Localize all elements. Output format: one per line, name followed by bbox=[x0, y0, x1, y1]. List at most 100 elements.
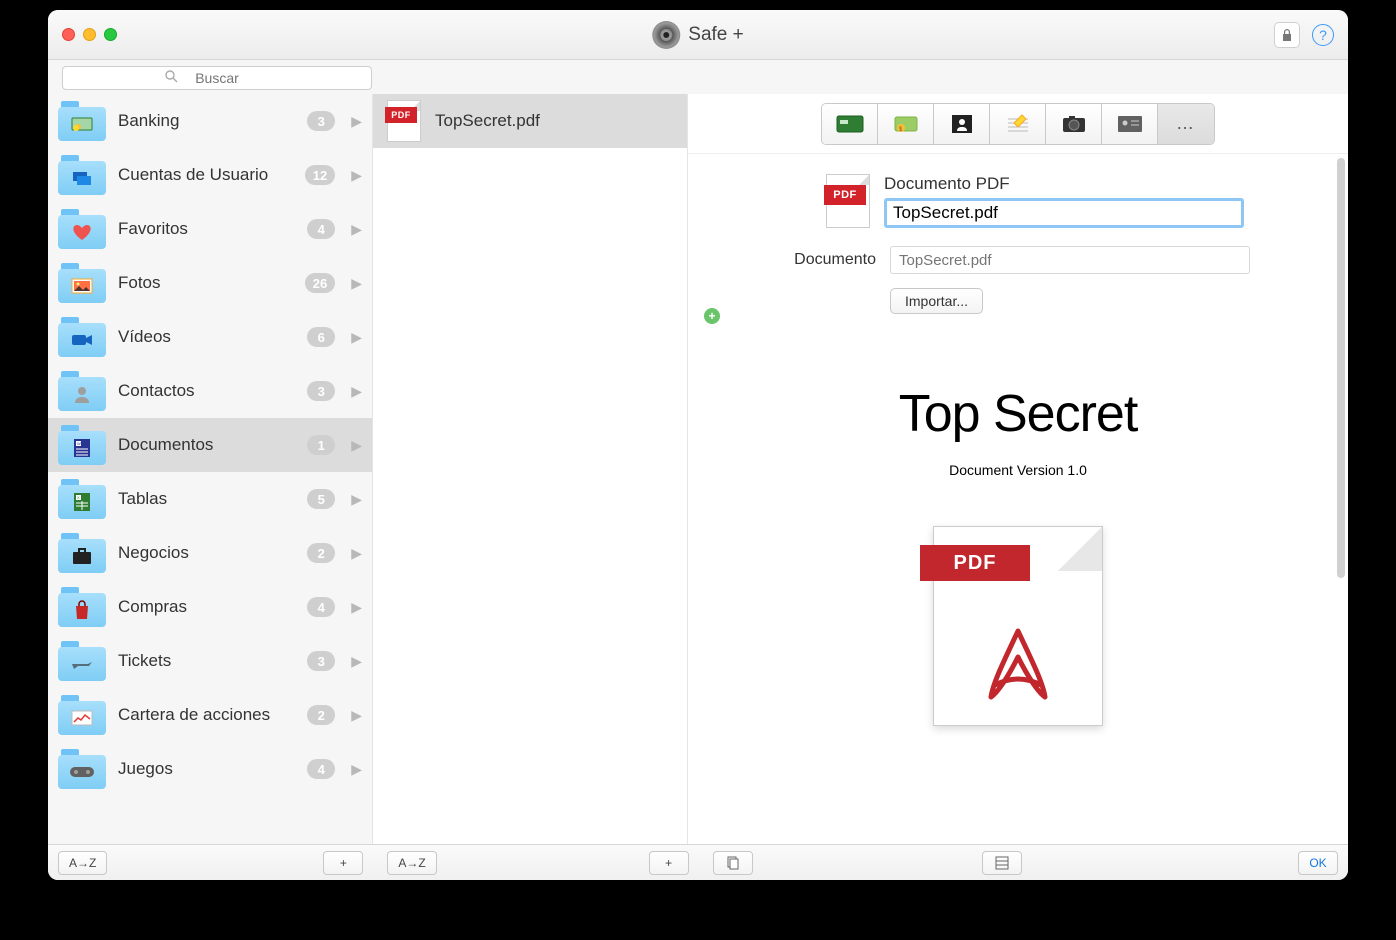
type-money-button[interactable]: $ bbox=[878, 104, 934, 144]
sidebar-item-sheet[interactable]: X Tablas 5 ▶ bbox=[48, 472, 372, 526]
file-label: TopSecret.pdf bbox=[435, 111, 540, 131]
folder-icon bbox=[58, 641, 106, 681]
filelist-add-button[interactable]: + bbox=[649, 851, 689, 875]
detail-pane: $ … PDF Documento PDF bbox=[688, 94, 1348, 844]
sidebar-item-count: 1 bbox=[307, 435, 335, 455]
sidebar-item-count: 3 bbox=[307, 651, 335, 671]
zoom-window-button[interactable] bbox=[104, 28, 117, 41]
sidebar-item-label: Contactos bbox=[118, 381, 295, 401]
app-window: Safe + ? Banking3▶Cuentas de Usuario12▶F… bbox=[48, 10, 1348, 880]
folder-icon bbox=[58, 695, 106, 735]
sidebar-item-label: Cuentas de Usuario bbox=[118, 165, 293, 185]
document-path-input[interactable] bbox=[890, 246, 1250, 274]
folder-icon bbox=[58, 209, 106, 249]
help-button[interactable]: ? bbox=[1312, 24, 1334, 46]
sidebar-add-button[interactable]: + bbox=[323, 851, 363, 875]
list-view-button[interactable] bbox=[982, 851, 1022, 875]
type-photo-button[interactable] bbox=[1046, 104, 1102, 144]
item-name-input[interactable] bbox=[884, 198, 1244, 228]
type-segmented-control: $ … bbox=[821, 103, 1215, 145]
sidebar-item-label: Cartera de acciones bbox=[118, 705, 295, 725]
lock-button[interactable] bbox=[1274, 22, 1300, 48]
chevron-right-icon: ▶ bbox=[351, 275, 362, 292]
chevron-right-icon: ▶ bbox=[351, 707, 362, 724]
sidebar-item-label: Documentos bbox=[118, 435, 295, 455]
document-preview: Top Secret Document Version 1.0 PDF bbox=[716, 384, 1320, 726]
sidebar-item-label: Vídeos bbox=[118, 327, 295, 347]
footer-toolbar: A→Z + A→Z + OK bbox=[48, 844, 1348, 880]
folder-icon bbox=[58, 101, 106, 141]
sidebar-item-plane[interactable]: Tickets 3 ▶ bbox=[48, 634, 372, 688]
search-input[interactable] bbox=[62, 66, 372, 90]
type-note-button[interactable] bbox=[990, 104, 1046, 144]
sidebar-item-count: 2 bbox=[307, 705, 335, 725]
sidebar-item-stocks[interactable]: Cartera de acciones 2 ▶ bbox=[48, 688, 372, 742]
pdf-badge: PDF bbox=[824, 185, 866, 205]
sidebar-item-contact[interactable]: Contactos 3 ▶ bbox=[48, 364, 372, 418]
copy-icon bbox=[726, 856, 740, 870]
file-row[interactable]: PDF TopSecret.pdf bbox=[373, 94, 687, 148]
sidebar-item-doc[interactable]: WDocumentos1▶ bbox=[48, 418, 372, 472]
vault-icon bbox=[652, 21, 680, 49]
add-field-button[interactable]: + bbox=[704, 308, 720, 324]
sidebar-item-user-accounts[interactable]: Cuentas de Usuario12▶ bbox=[48, 148, 372, 202]
chevron-right-icon: ▶ bbox=[351, 761, 362, 778]
document-field-label: Documento bbox=[716, 251, 876, 269]
pdf-file-icon: PDF bbox=[826, 174, 870, 228]
copy-button[interactable] bbox=[713, 851, 753, 875]
file-list: PDF TopSecret.pdf bbox=[373, 94, 688, 844]
sidebar-item-photos[interactable]: Fotos26▶ bbox=[48, 256, 372, 310]
chevron-right-icon: ▶ bbox=[351, 653, 362, 670]
folder-icon bbox=[58, 263, 106, 303]
sidebar-item-count: 4 bbox=[307, 597, 335, 617]
sidebar-item-briefcase[interactable]: Negocios2▶ bbox=[48, 526, 372, 580]
sidebar-item-shopping[interactable]: Compras4▶ bbox=[48, 580, 372, 634]
app-title: Safe + bbox=[688, 24, 743, 46]
sidebar-item-gamepad[interactable]: Juegos 4 ▶ bbox=[48, 742, 372, 796]
chevron-right-icon: ▶ bbox=[351, 491, 362, 508]
type-id-button[interactable] bbox=[1102, 104, 1158, 144]
close-window-button[interactable] bbox=[62, 28, 75, 41]
chevron-right-icon: ▶ bbox=[351, 383, 362, 400]
sidebar-item-count: 6 bbox=[307, 327, 335, 347]
import-button[interactable]: Importar... bbox=[890, 288, 983, 314]
svg-text:W: W bbox=[77, 441, 81, 446]
pdf-file-icon: PDF bbox=[387, 100, 421, 142]
type-contact-button[interactable] bbox=[934, 104, 990, 144]
type-more-button[interactable]: … bbox=[1158, 104, 1214, 144]
preview-pdf-icon: PDF bbox=[933, 526, 1103, 726]
folder-icon bbox=[58, 749, 106, 789]
sidebar-item-heart[interactable]: Favoritos 4 ▶ bbox=[48, 202, 372, 256]
sidebar-item-label: Tablas bbox=[118, 489, 295, 509]
folder-icon bbox=[58, 371, 106, 411]
chevron-right-icon: ▶ bbox=[351, 329, 362, 346]
folder-icon: X bbox=[58, 479, 106, 519]
sidebar-sort-button[interactable]: A→Z bbox=[58, 851, 107, 875]
ellipsis-icon: … bbox=[1176, 113, 1196, 134]
folder-icon bbox=[58, 587, 106, 627]
type-card-button[interactable] bbox=[822, 104, 878, 144]
sidebar-item-count: 5 bbox=[307, 489, 335, 509]
preview-title: Top Secret bbox=[716, 384, 1320, 444]
sidebar-item-bank[interactable]: Banking3▶ bbox=[48, 94, 372, 148]
minimize-window-button[interactable] bbox=[83, 28, 96, 41]
chevron-right-icon: ▶ bbox=[351, 221, 362, 238]
window-controls bbox=[62, 28, 117, 41]
sidebar-item-label: Juegos bbox=[118, 759, 295, 779]
sidebar-item-count: 4 bbox=[307, 219, 335, 239]
ok-button[interactable]: OK bbox=[1298, 851, 1338, 875]
sidebar-item-count: 4 bbox=[307, 759, 335, 779]
list-icon bbox=[995, 856, 1009, 870]
chevron-right-icon: ▶ bbox=[351, 545, 362, 562]
sidebar-item-count: 26 bbox=[305, 273, 335, 293]
sidebar-item-count: 12 bbox=[305, 165, 335, 185]
sidebar-item-count: 3 bbox=[307, 111, 335, 131]
sidebar-item-video[interactable]: Vídeos 6 ▶ bbox=[48, 310, 372, 364]
filelist-sort-button[interactable]: A→Z bbox=[387, 851, 436, 875]
sidebar-item-label: Favoritos bbox=[118, 219, 295, 239]
sidebar-item-count: 3 bbox=[307, 381, 335, 401]
detail-toolbar: $ … bbox=[688, 94, 1348, 154]
chevron-right-icon: ▶ bbox=[351, 599, 362, 616]
sidebar-item-label: Tickets bbox=[118, 651, 295, 671]
folder-icon bbox=[58, 317, 106, 357]
